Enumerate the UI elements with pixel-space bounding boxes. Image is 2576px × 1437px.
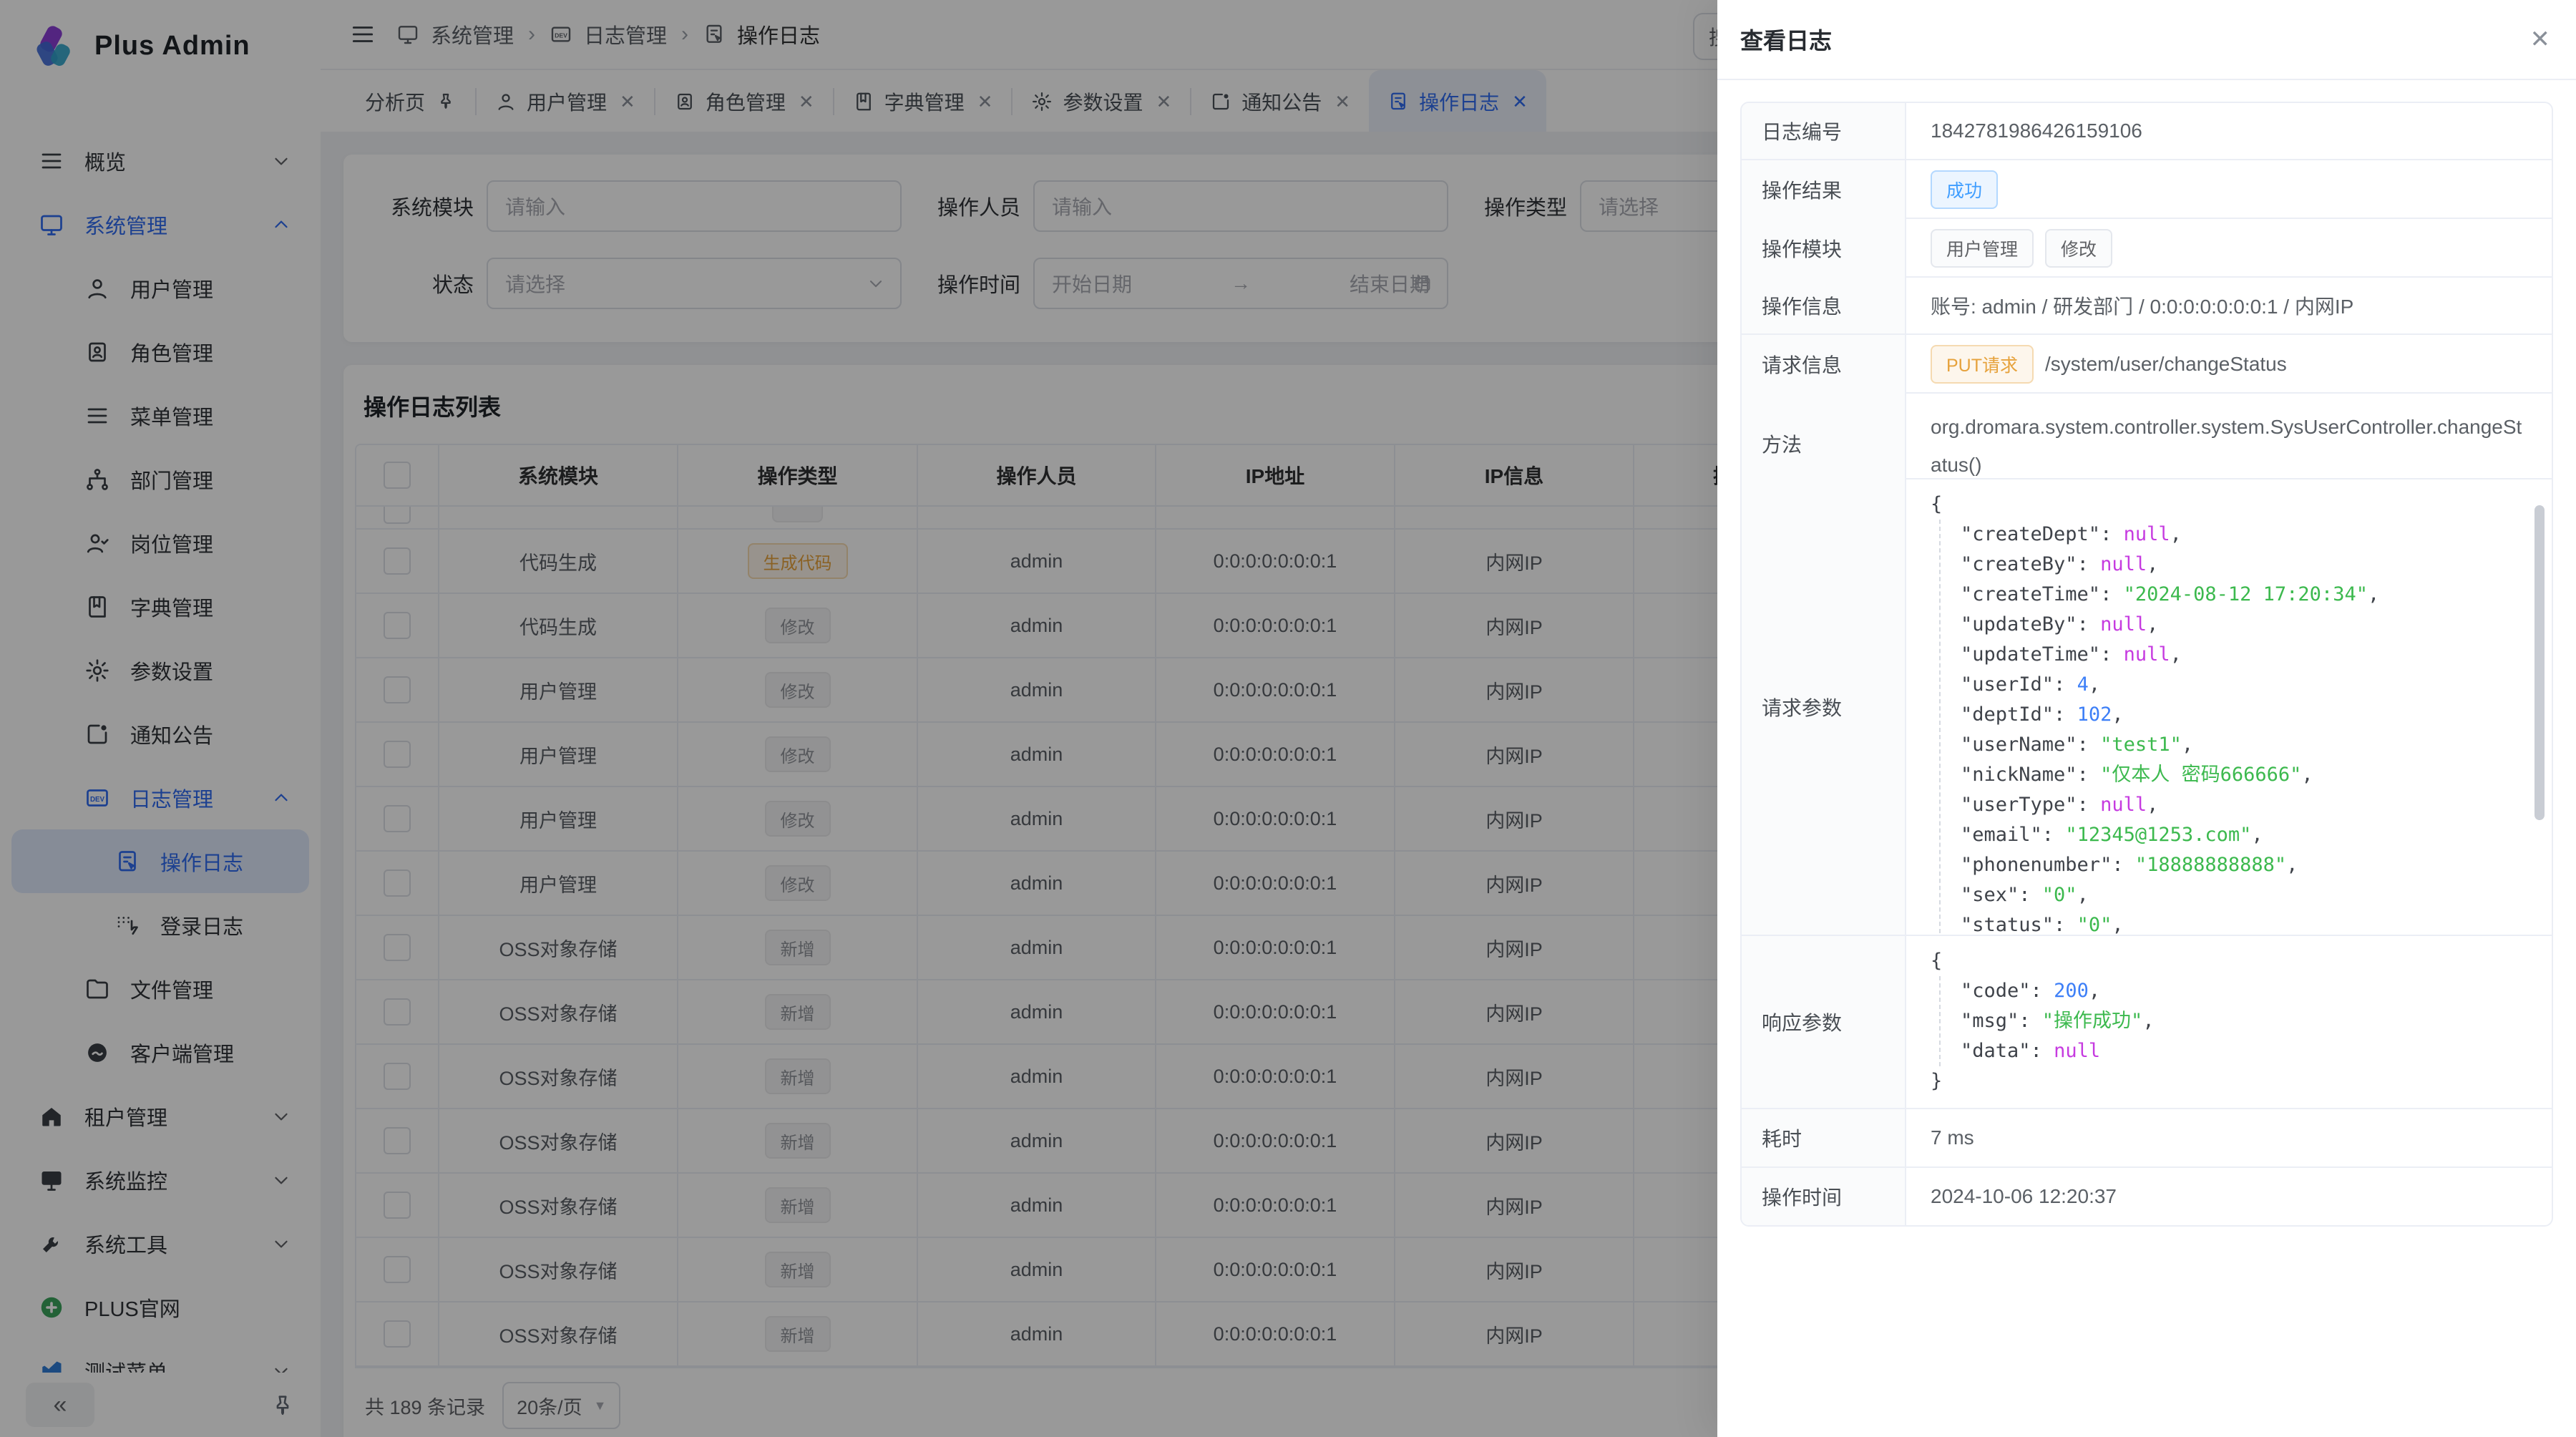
detail-row-操作时间: 操作时间2024-10-06 12:20:37 <box>1742 1168 2552 1225</box>
modal-overlay[interactable] <box>0 0 1717 1437</box>
close-icon[interactable]: ✕ <box>2530 27 2551 52</box>
app-window: Plus Admin 概览系统管理用户管理角色管理菜单管理部门管理岗位管理字典管… <box>0 0 2576 1437</box>
detail-row-耗时: 耗时7 ms <box>1742 1109 2552 1168</box>
detail-label: 日志编号 <box>1742 103 1906 159</box>
detail-tag: 修改 <box>2045 229 2112 268</box>
detail-label: 请求信息 <box>1742 335 1906 394</box>
detail-row-方法: 方法org.dromara.system.controller.system.S… <box>1742 394 2552 479</box>
detail-value: {"code": 200,"msg": "操作成功","data": null} <box>1906 936 2552 1108</box>
detail-tag: 用户管理 <box>1931 229 2034 268</box>
detail-text: /system/user/changeStatus <box>2045 353 2287 376</box>
scrollbar-thumb[interactable] <box>2534 505 2545 820</box>
json-viewer: {"code": 200,"msg": "操作成功","data": null} <box>1931 946 2530 1096</box>
detail-row-操作结果: 操作结果成功 <box>1742 160 2552 219</box>
drawer-header: 查看日志 ✕ <box>1717 0 2576 80</box>
detail-row-操作模块: 操作模块用户管理修改 <box>1742 219 2552 278</box>
log-detail-table: 日志编号1842781986426159106操作结果成功操作模块用户管理修改操… <box>1740 102 2553 1227</box>
detail-value: 用户管理修改 <box>1906 219 2552 278</box>
detail-value: 成功 <box>1906 160 2552 219</box>
detail-tag: PUT请求 <box>1931 345 2034 384</box>
drawer-body: 日志编号1842781986426159106操作结果成功操作模块用户管理修改操… <box>1717 80 2576 1248</box>
detail-row-请求信息: 请求信息PUT请求/system/user/changeStatus <box>1742 335 2552 394</box>
drawer-title: 查看日志 <box>1740 23 1832 56</box>
detail-row-日志编号: 日志编号1842781986426159106 <box>1742 103 2552 160</box>
detail-label: 操作时间 <box>1742 1168 1906 1225</box>
detail-value: PUT请求/system/user/changeStatus <box>1906 335 2552 394</box>
detail-label: 操作结果 <box>1742 160 1906 219</box>
detail-value: 2024-10-06 12:20:37 <box>1906 1168 2552 1225</box>
json-viewer: {"createDept": null,"createBy": null,"cr… <box>1931 489 2530 935</box>
detail-label: 响应参数 <box>1742 936 1906 1108</box>
detail-label: 请求参数 <box>1742 479 1906 935</box>
detail-row-请求参数: 请求参数{"createDept": null,"createBy": null… <box>1742 479 2552 936</box>
detail-label: 操作模块 <box>1742 219 1906 278</box>
detail-value: {"createDept": null,"createBy": null,"cr… <box>1906 479 2552 935</box>
detail-row-操作信息: 操作信息账号: admin / 研发部门 / 0:0:0:0:0:0:0:1 /… <box>1742 278 2552 335</box>
detail-label: 操作信息 <box>1742 278 1906 333</box>
detail-label: 耗时 <box>1742 1109 1906 1166</box>
detail-value: 账号: admin / 研发部门 / 0:0:0:0:0:0:0:1 / 内网I… <box>1906 278 2552 333</box>
detail-row-响应参数: 响应参数{"code": 200,"msg": "操作成功","data": n… <box>1742 936 2552 1109</box>
log-detail-drawer: 查看日志 ✕ 日志编号1842781986426159106操作结果成功操作模块… <box>1717 0 2576 1437</box>
detail-value: 7 ms <box>1906 1109 2552 1166</box>
detail-tag: 成功 <box>1931 170 1998 209</box>
detail-value: 1842781986426159106 <box>1906 103 2552 159</box>
